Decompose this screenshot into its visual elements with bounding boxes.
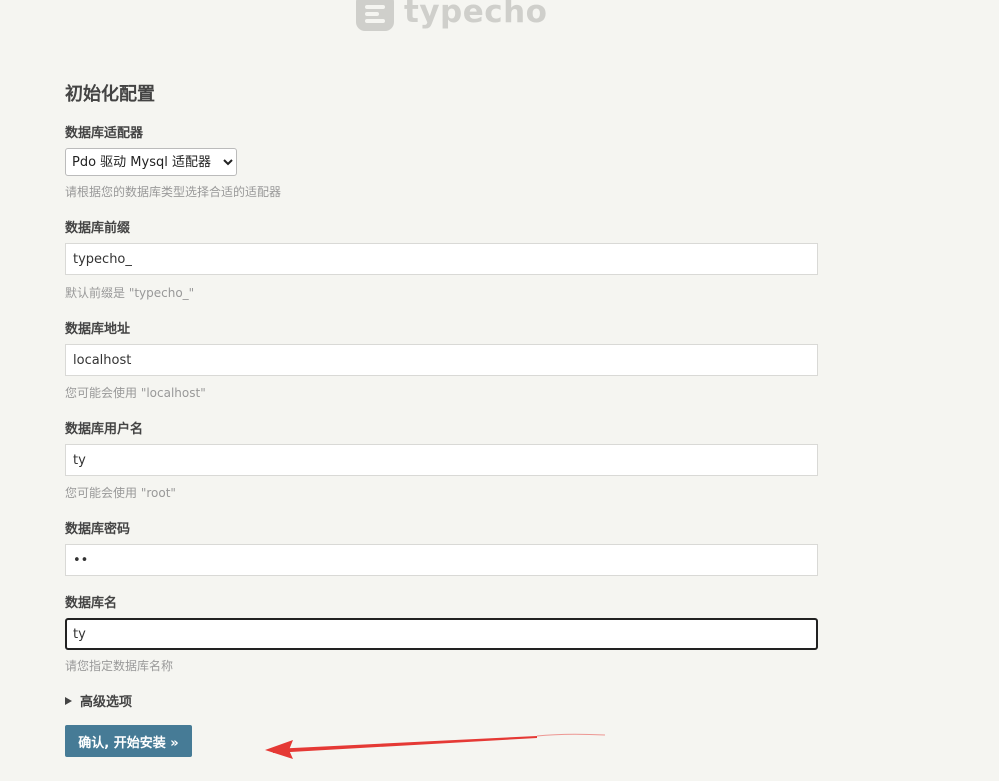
advanced-options-label: 高级选项 xyxy=(80,695,133,710)
triangle-right-icon xyxy=(65,696,72,705)
user-input[interactable] xyxy=(65,444,818,476)
submit-install-button[interactable]: 确认, 开始安装 » xyxy=(65,725,192,757)
host-input[interactable] xyxy=(65,344,818,376)
install-page: typecho 初始化配置 数据库适配器 Pdo 驱动 Mysql 适配器 请根… xyxy=(0,0,999,781)
adapter-description: 请根据您的数据库类型选择合适的适配器 xyxy=(65,185,282,199)
page-title: 初始化配置 xyxy=(65,84,155,105)
adapter-label: 数据库适配器 xyxy=(65,126,144,141)
host-label: 数据库地址 xyxy=(65,322,131,337)
adapter-select[interactable]: Pdo 驱动 Mysql 适配器 xyxy=(65,148,237,176)
dbname-label: 数据库名 xyxy=(65,596,118,611)
user-label: 数据库用户名 xyxy=(65,422,144,437)
red-arrow-annotation xyxy=(265,733,606,759)
prefix-description: 默认前缀是 "typecho_" xyxy=(65,286,195,300)
advanced-options-toggle[interactable]: 高级选项 xyxy=(65,691,132,710)
logo-text: typecho xyxy=(404,0,548,30)
typecho-logo-icon xyxy=(356,0,394,31)
host-description: 您可能会使用 "localhost" xyxy=(65,386,206,400)
typecho-logo: typecho xyxy=(356,0,547,32)
dbname-input[interactable] xyxy=(65,618,818,650)
prefix-label: 数据库前缀 xyxy=(65,221,131,236)
prefix-input[interactable] xyxy=(65,243,818,275)
dbname-description: 请您指定数据库名称 xyxy=(65,659,174,673)
password-label: 数据库密码 xyxy=(65,522,131,537)
user-description: 您可能会使用 "root" xyxy=(65,486,176,500)
password-input[interactable] xyxy=(65,544,818,576)
